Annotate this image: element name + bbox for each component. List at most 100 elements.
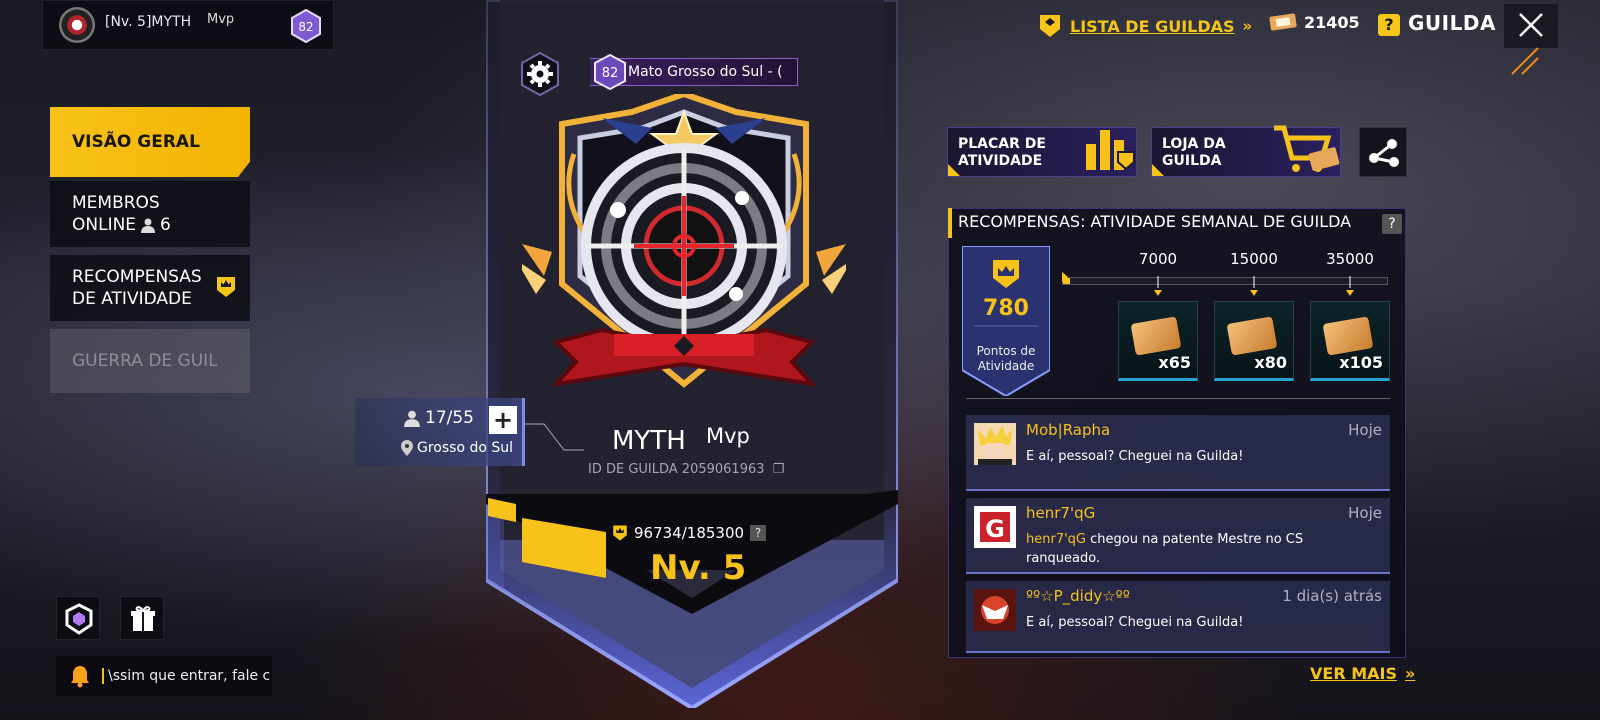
page-title: GUILDA [1408, 11, 1496, 35]
gift-button[interactable] [120, 596, 164, 640]
tab-guild-war[interactable]: GUERRA DE GUIL [50, 329, 250, 393]
player-profile[interactable]: [Nv. 5]MYTH Mvp 82 [42, 0, 334, 50]
feed-message: henr7'qG chegou na patente Mestre no CS … [1026, 530, 1366, 568]
help-icon[interactable]: ? [1382, 214, 1402, 234]
tab-overview[interactable]: VISÃO GERAL [50, 107, 250, 177]
online-count: 6 [160, 215, 171, 235]
corner-stripes-decoration [1511, 47, 1539, 75]
feed-message: E aí, pessoal? Cheguei na Guilda! [1026, 615, 1244, 630]
guild-id[interactable]: ID DE GUILDA 2059061963 ❐ [588, 462, 784, 477]
guild-name: MYTH [612, 426, 686, 456]
guild-emblem-icon [59, 7, 95, 43]
guild-list-icon [1040, 15, 1060, 37]
member-count: 17/55 [403, 408, 474, 428]
feed-message: E aí, pessoal? Cheguei na Guilda! [1026, 449, 1244, 464]
gear-icon [521, 51, 559, 97]
member-region: Grosso do Sul [401, 440, 513, 456]
leaderboard-icon [1086, 130, 1135, 171]
guild-level: Nv. 5 [650, 548, 747, 588]
help-icon[interactable]: ? [750, 525, 767, 541]
shopping-cart-icon [1274, 125, 1340, 172]
notice-text: \ssim que entrar, fale c [102, 668, 270, 684]
feed-item[interactable]: Mob|Rapha Hoje E aí, pessoal? Cheguei na… [966, 415, 1390, 491]
tab-members-row: ONLINE 6 [72, 214, 250, 236]
feed-item[interactable]: G henr7'qG Hoje henr7'qG chegou na paten… [966, 498, 1390, 574]
guild-notice[interactable]: \ssim que entrar, fale c [56, 656, 272, 696]
feed-item[interactable]: ºº☆P_didy☆ºº 1 dia(s) atrás E aí, pessoa… [966, 581, 1390, 653]
share-icon [1369, 139, 1399, 167]
tab-activity-rewards[interactable]: RECOMPENSAS DE ATIVIDADE [50, 255, 250, 321]
bell-icon [71, 666, 89, 688]
gift-icon [131, 606, 155, 631]
activity-points-label: Pontos de Atividade [962, 344, 1050, 374]
profile-name: [Nv. 5]MYTH [105, 14, 192, 30]
location-pin-icon [401, 440, 413, 456]
see-more-label: VER MAIS [1310, 664, 1397, 683]
region-rank-text: 82 [602, 66, 619, 81]
reward-qty: x105 [1339, 353, 1383, 372]
guild-shop-button[interactable]: LOJA DA GUILDA [1151, 125, 1341, 177]
copy-icon[interactable]: ❐ [773, 462, 785, 477]
feed-message-user: henr7'qG [1026, 532, 1086, 547]
add-member-button[interactable]: + [489, 406, 517, 434]
chevron-right-icon: » [1404, 664, 1416, 683]
coupon-icon [1269, 13, 1297, 31]
guild-xp: 96734/185300 ? [612, 524, 767, 542]
help-icon[interactable]: ? [1378, 14, 1400, 36]
coin-balance: 21405 [1268, 12, 1360, 32]
svg-text:G: G [985, 515, 1005, 543]
reward-qty: x80 [1254, 353, 1287, 372]
coupon-icon [1130, 316, 1182, 356]
profile-tag: Mvp [207, 12, 235, 27]
avatar [974, 423, 1016, 465]
member-count-card: 17/55 + Grosso do Sul [355, 398, 525, 466]
region-rank-icon: 82 [594, 54, 626, 90]
coupon-icon [1322, 316, 1374, 356]
guild-list-link[interactable]: LISTA DE GUILDAS » [1038, 12, 1252, 40]
coin-amount: 21405 [1304, 12, 1360, 32]
person-icon [404, 410, 420, 427]
feed-user: ºº☆P_didy☆ºº [1026, 587, 1130, 605]
tab-overview-label: VISÃO GERAL [72, 132, 200, 152]
divider [966, 398, 1390, 399]
feed-time: Hoje [1348, 504, 1382, 522]
crown-badge-icon [217, 277, 235, 297]
avatar [974, 589, 1016, 631]
tab-members-label-2: ONLINE [72, 215, 137, 235]
milestone-label: 35000 [1326, 250, 1374, 268]
reward-item[interactable]: x65 [1118, 301, 1198, 381]
chevron-right-icon: » [1242, 17, 1253, 35]
activity-board-button[interactable]: PLACAR DE ATIVIDADE [947, 127, 1137, 177]
guild-id-text: ID DE GUILDA 2059061963 [588, 462, 765, 477]
guild-list-label: LISTA DE GUILDAS [1070, 16, 1235, 36]
tab-war-label: GUERRA DE GUIL [72, 351, 218, 371]
guild-tag: Mvp [706, 424, 750, 448]
guild-shield-icon [65, 603, 93, 635]
guild-settings-button[interactable] [56, 596, 100, 640]
feed-time: Hoje [1348, 421, 1382, 439]
feed-user: henr7'qG [1026, 504, 1096, 522]
person-icon [141, 218, 156, 233]
share-button[interactable] [1359, 127, 1407, 177]
region-text: Mato Grosso do Sul - ( [628, 64, 783, 80]
title-accent [948, 208, 952, 238]
activity-points-label-2: Atividade [977, 359, 1035, 373]
weekly-rewards-title: RECOMPENSAS: ATIVIDADE SEMANAL DE GUILDA [958, 212, 1352, 231]
reward-item[interactable]: x105 [1310, 301, 1390, 381]
see-more-link[interactable]: VER MAIS » [1310, 664, 1415, 683]
connector-line [524, 423, 584, 451]
settings-button[interactable] [518, 51, 562, 97]
feed-time: 1 dia(s) atrás [1282, 587, 1382, 605]
activity-points-label-1: Pontos de [976, 344, 1036, 358]
tab-members-online[interactable]: MEMBROS ONLINE 6 [50, 181, 250, 247]
coupon-icon [1226, 316, 1278, 356]
avatar: G [974, 506, 1016, 548]
feed-user: Mob|Rapha [1026, 421, 1111, 439]
guild-xp-value: 96734/185300 [634, 524, 745, 542]
activity-points-value: 780 [983, 296, 1029, 321]
milestone-markers [1062, 271, 1354, 296]
reward-item[interactable]: x80 [1214, 301, 1294, 381]
tab-members-label: MEMBROS [72, 193, 160, 213]
milestone-label: 15000 [1230, 250, 1278, 268]
milestone-label: 7000 [1138, 250, 1178, 268]
